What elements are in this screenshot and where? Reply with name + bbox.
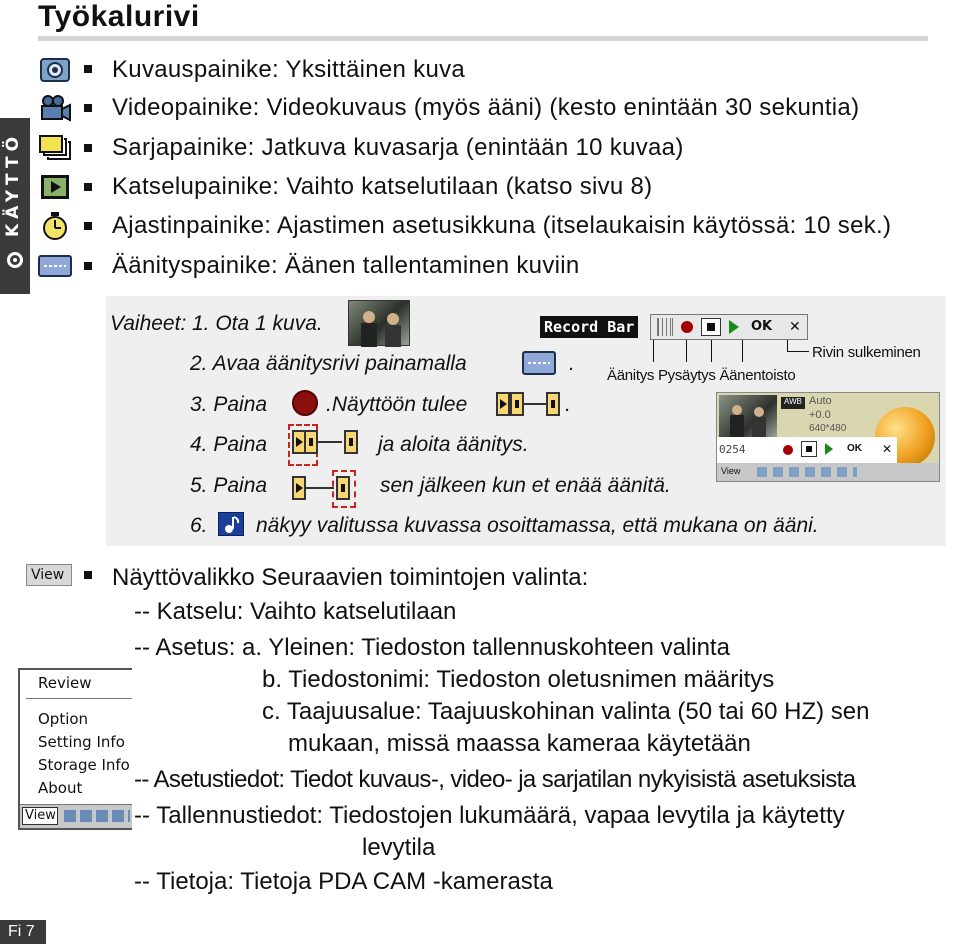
view-menu-popup: Review Option Setting Info Storage Info … <box>18 668 132 830</box>
slider-stop-icon <box>292 470 362 510</box>
step-1: 1. Ota 1 kuva. <box>192 312 323 335</box>
step-6: 6. <box>190 514 208 537</box>
feature-text: Sarjapainike: Jatkuva kuvasarja (enintää… <box>112 134 684 161</box>
page-title: Työkalurivi <box>38 0 200 33</box>
timer-icon <box>38 211 72 241</box>
view-button[interactable]: View <box>22 807 58 825</box>
view-line: -- Asetustiedot: Tiedot kuvaus-, video- … <box>134 766 856 793</box>
view-line: mukaan, missä maassa kameraa käytetään <box>288 730 751 757</box>
callout-labels: Äänitys Pysäytys Äänentoisto <box>607 367 796 384</box>
menu-item-about[interactable]: About <box>38 779 82 797</box>
audio-record-icon <box>38 251 72 281</box>
frame-counter: 0254 <box>719 443 746 456</box>
close-icon[interactable]: ✕ <box>877 437 897 463</box>
page-number: Fi 7 <box>0 920 46 944</box>
side-tab: KÄYTTÖ <box>0 118 30 294</box>
title-rule <box>38 36 928 41</box>
menu-item-option[interactable]: Option <box>38 710 88 728</box>
view-line: -- Asetus: a. Yleinen: Tiedoston tallenn… <box>134 634 730 661</box>
view-menu-title: Näyttövalikko Seuraavien toimintojen val… <box>112 564 589 591</box>
feature-text: Videopainike: Videokuvaus (myös ääni) (k… <box>112 94 860 121</box>
record-icon[interactable] <box>681 321 693 333</box>
view-line: -- Tallennustiedot: Tiedostojen lukumäär… <box>134 802 845 829</box>
play-icon[interactable] <box>729 320 739 334</box>
ok-button[interactable]: OK <box>847 443 862 454</box>
view-button[interactable]: View <box>26 564 72 586</box>
record-button-icon <box>292 390 318 421</box>
view-line: b. Tiedostonimi: Tiedoston oletusnimen m… <box>262 666 775 693</box>
close-icon[interactable]: ✕ <box>789 318 801 335</box>
view-line: -- Tietoja: Tietoja PDA CAM -kamerasta <box>134 868 553 895</box>
toolbar-icons <box>757 467 857 477</box>
stop-icon[interactable] <box>701 318 721 336</box>
menu-item-storage-info[interactable]: Storage Info <box>38 756 130 774</box>
step-2: 2. Avaa äänitysrivi painamalla <box>190 352 467 375</box>
bullet <box>84 571 92 579</box>
menu-toolbar: View <box>20 804 132 828</box>
bullet <box>84 65 92 73</box>
toolbar-preview: View <box>717 463 939 481</box>
step-4-text: ja aloita äänitys. <box>378 433 529 456</box>
slider-start-icon <box>288 424 362 466</box>
record-bar: OK ✕ <box>650 314 808 340</box>
feature-text: Ajastinpainike: Ajastimen asetusikkuna (… <box>112 212 892 239</box>
bullet <box>84 144 92 152</box>
record-icon[interactable] <box>783 445 793 455</box>
menu-divider <box>26 698 132 699</box>
callout-close-label: Rivin sulkeminen <box>812 344 921 361</box>
toolbar-icons <box>64 810 130 822</box>
step-4: 4. Paina <box>190 433 268 456</box>
preview-photo <box>719 395 777 439</box>
record-bar-label: Record Bar <box>540 316 638 338</box>
grip-handle <box>657 318 673 336</box>
callout-line <box>711 340 712 362</box>
step-5: 5. Paina <box>190 474 268 497</box>
play-icon[interactable] <box>825 443 833 455</box>
stop-icon[interactable] <box>801 441 817 457</box>
side-tab-label: KÄYTTÖ <box>3 131 23 237</box>
menu-item-setting-info[interactable]: Setting Info <box>38 733 125 751</box>
view-line: -- Katselu: Vaihto katselutilaan <box>134 598 457 625</box>
record-bar-preview: 0254 OK <box>717 437 877 463</box>
feature-text: Katselupainike: Vaihto katselutilaan (ka… <box>112 173 653 200</box>
step-6-text: näkyy valitussa kuvassa osoittamassa, et… <box>256 514 819 537</box>
step-5-text: sen jälkeen kun et enää äänitä. <box>380 474 671 497</box>
bullet <box>84 104 92 112</box>
view-button[interactable]: View <box>721 466 740 476</box>
bullet <box>84 183 92 191</box>
audio-record-icon <box>522 350 556 381</box>
callout-line <box>742 340 743 362</box>
bullet <box>84 262 92 270</box>
ok-button[interactable]: OK <box>751 319 772 334</box>
record-slider-icon <box>496 390 562 418</box>
burst-icon <box>38 133 72 163</box>
camera-icon <box>38 54 72 84</box>
callout-line <box>686 340 687 362</box>
menu-item-review[interactable]: Review <box>38 674 92 692</box>
side-tab-circle-icon <box>7 252 23 268</box>
device-screenshot: AWB Auto +0.0 640*480 0254 OK ✕ View <box>716 392 940 482</box>
step-3-period: . <box>565 393 571 416</box>
awb-badge: AWB <box>781 397 805 409</box>
resolution-value: 640*480 <box>809 423 847 434</box>
step-3: 3. Paina <box>190 393 268 416</box>
view-line: levytila <box>362 834 436 861</box>
sample-photo <box>348 300 410 347</box>
callout-line <box>787 351 809 352</box>
feature-text: Äänityspainike: Äänen tallentaminen kuvi… <box>112 252 580 279</box>
video-camera-icon <box>38 93 72 123</box>
view-line: c. Taajuusalue: Taajuuskohinan valinta (… <box>262 698 870 725</box>
steps-prefix: Vaiheet: <box>110 312 187 335</box>
bullet <box>84 222 92 230</box>
ev-value: +0.0 <box>809 409 831 421</box>
music-note-icon <box>218 512 244 536</box>
step-2-period: . <box>569 352 575 375</box>
feature-text: Kuvauspainike: Yksittäinen kuva <box>112 56 466 83</box>
step-3-text: .Näyttöön tulee <box>326 393 468 416</box>
callout-line <box>653 340 654 362</box>
playback-icon <box>38 172 72 202</box>
awb-value: Auto <box>809 395 832 407</box>
